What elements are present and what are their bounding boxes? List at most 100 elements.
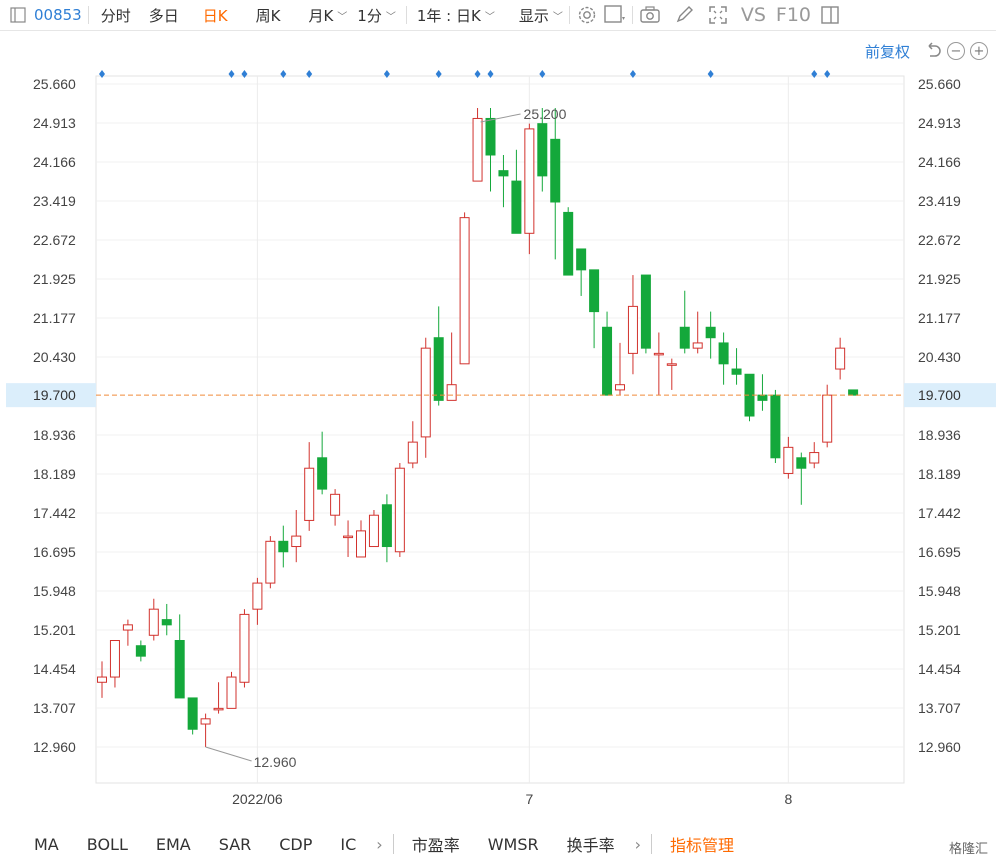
candle-body (627, 305, 638, 354)
fullscreen-icon[interactable] (707, 4, 729, 26)
f10-button[interactable]: F10 (776, 4, 811, 26)
y-tick-label-right: 25.660 (918, 76, 961, 92)
candle-body (122, 624, 133, 631)
event-marker (99, 70, 105, 78)
settings-icon[interactable] (576, 4, 598, 26)
candle-body (109, 640, 120, 678)
candle (265, 536, 276, 589)
candle-body (848, 389, 859, 396)
range-label: 1年 : 日K (416, 6, 481, 25)
divider (568, 6, 570, 24)
chevron-right-icon[interactable]: › (635, 835, 641, 854)
chevron-down-icon[interactable]: ﹀ (337, 8, 347, 23)
panel-right-icon[interactable] (819, 4, 841, 26)
camera-icon[interactable] (639, 4, 661, 26)
candle-body (226, 676, 237, 709)
candle (757, 374, 768, 411)
zoom-out-icon[interactable]: − (947, 42, 965, 60)
adjust-mode-button[interactable]: 前复权 (865, 41, 910, 62)
indicator-manage-button[interactable]: 指标管理 (670, 832, 734, 856)
candle (653, 332, 664, 396)
indicator-ic[interactable]: IC (340, 835, 356, 854)
candle-body (459, 217, 470, 365)
indicator-ma[interactable]: MA (34, 835, 59, 854)
candle-body (420, 347, 431, 438)
candle (563, 207, 574, 276)
candle (679, 290, 690, 354)
plot-frame (95, 75, 905, 784)
event-marker (811, 70, 818, 78)
tab-weekly-k[interactable]: 周K (256, 5, 281, 26)
candle-body (317, 457, 328, 490)
y-tick-label-right: 18.936 (918, 427, 961, 443)
event-marker (280, 70, 287, 78)
y-tick-label-left: 15.948 (33, 583, 76, 599)
pen-icon[interactable] (673, 4, 695, 26)
vs-button[interactable]: VS (741, 4, 766, 26)
min-price-label: 12.960 (254, 754, 297, 770)
min-pointer (205, 746, 252, 762)
indicator-sar[interactable]: SAR (219, 835, 252, 854)
event-marker (383, 70, 390, 78)
tab-multiday[interactable]: 多日 (149, 5, 179, 26)
candle (304, 442, 315, 531)
y-tick-label-left: 22.672 (33, 232, 76, 248)
panel-toggle-icon[interactable] (10, 7, 26, 23)
y-axis-left: 25.660 24.913 24.166 23.419 22.672 21.925 21.1… (33, 76, 76, 755)
zoom-in-icon[interactable]: + (970, 42, 988, 60)
tab-intraday[interactable]: 分时 (101, 5, 131, 26)
range-select[interactable]: 1年 : 日K ﹀ (417, 5, 495, 26)
color-picker-icon[interactable] (604, 4, 626, 26)
candle (174, 614, 185, 699)
candle-body (265, 540, 276, 584)
candle (226, 671, 237, 709)
candle (200, 713, 211, 747)
indicator-wmsr[interactable]: WMSR (488, 835, 539, 854)
display-select[interactable]: 显示 ﹀ (519, 5, 563, 26)
candle-body (278, 540, 289, 553)
y-tick-label-right: 14.454 (918, 661, 961, 677)
chevron-right-icon[interactable]: › (376, 835, 382, 854)
candlestick-chart[interactable]: 25.660 24.913 24.166 23.419 22.672 21.925 21.1… (0, 64, 996, 814)
candle (122, 619, 133, 646)
undo-icon[interactable] (924, 42, 942, 60)
indicator-boll[interactable]: BOLL (87, 835, 128, 854)
indicator-bar: MA BOLL EMA SAR CDP IC › 市盈率 WMSR 换手率 › … (0, 827, 996, 861)
candle-body (485, 117, 496, 156)
y-tick-label-right: 15.948 (918, 583, 961, 599)
event-marker (824, 70, 831, 78)
x-tick-label: 7 (525, 791, 533, 807)
event-marker (241, 70, 248, 78)
y-tick-label-left: 18.189 (33, 466, 76, 482)
y-tick-label-right: 24.166 (918, 154, 961, 170)
candle-body (718, 342, 729, 365)
candle-body (174, 640, 185, 699)
y-tick-label-right: 17.442 (918, 505, 961, 521)
y-tick-label-left: 12.960 (33, 739, 76, 755)
candle-body (615, 384, 625, 391)
stock-code[interactable]: 00853 (34, 6, 82, 24)
indicator-pe[interactable]: 市盈率 (412, 832, 460, 856)
candle (576, 248, 587, 296)
indicator-turnover[interactable]: 换手率 (567, 832, 615, 856)
y-tick-label-right: 21.177 (918, 310, 961, 326)
indicator-ema[interactable]: EMA (156, 835, 191, 854)
y-tick-label-right: 15.201 (918, 622, 961, 638)
tab-monthly-k[interactable]: 月K (308, 5, 333, 26)
candle (524, 123, 535, 255)
candle (446, 332, 457, 401)
indicator-cdp[interactable]: CDP (279, 835, 312, 854)
current-price-label-left: 19.700 (33, 387, 76, 403)
minute-select[interactable]: 1分 ﹀ (357, 5, 396, 26)
candle-body (640, 274, 651, 349)
candle-body (304, 467, 315, 521)
candle-body (356, 530, 366, 558)
tab-daily-k[interactable]: 日K (203, 5, 228, 26)
chevron-down-icon: ﹀ (385, 11, 396, 23)
divider (631, 6, 633, 24)
event-marker (629, 70, 636, 78)
candle (783, 436, 794, 479)
chart-toolbar: 00853 分时 多日 日K 周K 月K ﹀ 1分 ﹀ 1年 : 日K ﹀ 显示 ﹀ … (0, 0, 996, 31)
annotations: 19.700 19.700 25.200 12.960 (6, 106, 996, 770)
candle-body (550, 138, 561, 203)
